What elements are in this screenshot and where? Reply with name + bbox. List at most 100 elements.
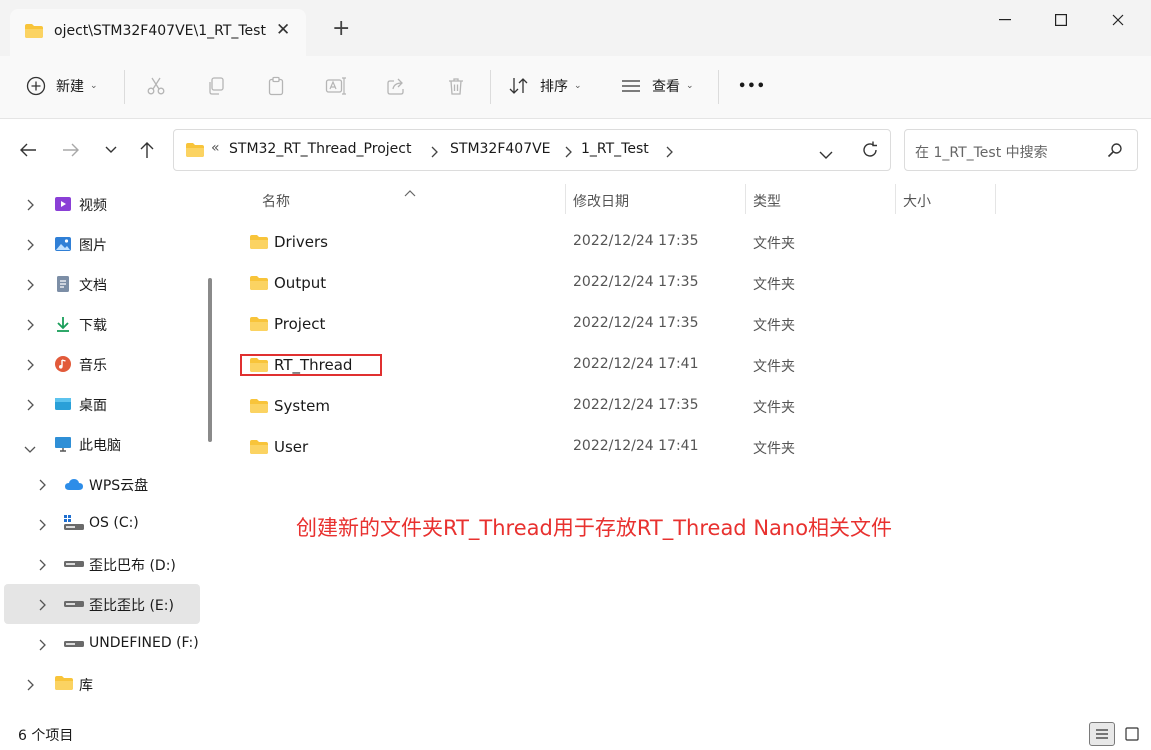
desktop-icon <box>54 395 72 413</box>
file-row[interactable]: User 2022/12/24 17:41 文件夹 <box>240 428 1080 466</box>
column-header-size[interactable]: 大小 <box>903 191 931 211</box>
file-row[interactable]: Output 2022/12/24 17:35 文件夹 <box>240 264 1080 302</box>
chevron-right-icon[interactable] <box>38 516 46 535</box>
address-history-icon[interactable] <box>819 145 833 164</box>
file-type: 文件夹 <box>753 318 795 334</box>
chevron-right-icon[interactable] <box>26 316 34 335</box>
sidebar-item-videos[interactable]: 视频 <box>4 184 200 224</box>
chevron-right-icon[interactable] <box>38 476 46 495</box>
chevron-right-icon[interactable] <box>38 596 46 615</box>
tiles-view-button[interactable] <box>1119 722 1145 746</box>
maximize-button[interactable] <box>1038 0 1084 40</box>
share-icon[interactable] <box>382 72 410 100</box>
cloud-icon <box>64 475 83 493</box>
sidebar-item-drive-e[interactable]: 歪比歪比 (E:) <box>4 584 200 624</box>
column-divider[interactable] <box>995 184 996 214</box>
folder-icon <box>249 316 269 336</box>
more-options-button[interactable]: ••• <box>738 70 766 102</box>
copy-icon[interactable] <box>202 72 230 100</box>
column-divider[interactable] <box>895 184 896 214</box>
search-icon[interactable] <box>1107 142 1123 162</box>
breadcrumb-item[interactable]: STM32_RT_Thread_Project <box>229 141 411 157</box>
chevron-right-icon[interactable] <box>665 143 673 162</box>
music-icon <box>54 355 72 373</box>
close-window-button[interactable] <box>1095 0 1141 40</box>
chevron-right-icon[interactable] <box>26 396 34 415</box>
drive-icon <box>64 595 84 613</box>
sidebar-item-documents[interactable]: 文档 <box>4 264 200 304</box>
view-button[interactable]: 查看 ⌄ <box>620 70 694 102</box>
rename-icon[interactable] <box>322 72 350 100</box>
sidebar-item-drive-f[interactable]: UNDEFINED (F:) <box>4 624 200 664</box>
file-modified: 2022/12/24 17:41 <box>573 438 699 454</box>
chevron-right-icon[interactable] <box>26 276 34 295</box>
recent-locations-icon[interactable] <box>99 138 123 162</box>
sidebar-item-drive-d[interactable]: 歪比巴布 (D:) <box>4 544 200 584</box>
sidebar-item-label: 歪比歪比 (E:) <box>89 598 174 614</box>
sidebar-item-pictures[interactable]: 图片 <box>4 224 200 264</box>
close-tab-icon[interactable]: ✕ <box>276 20 290 40</box>
details-view-button[interactable] <box>1089 722 1115 746</box>
file-row[interactable]: System 2022/12/24 17:35 文件夹 <box>240 387 1080 425</box>
chevron-down-icon[interactable] <box>24 438 36 457</box>
cut-icon[interactable] <box>142 72 170 100</box>
drive-icon <box>64 515 84 533</box>
chevron-right-icon[interactable] <box>26 356 34 375</box>
sidebar-item-music[interactable]: 音乐 <box>4 344 200 384</box>
folder-icon <box>249 275 269 295</box>
file-type: 文件夹 <box>753 277 795 293</box>
file-row[interactable]: Drivers 2022/12/24 17:35 文件夹 <box>240 223 1080 261</box>
computer-icon <box>54 435 72 453</box>
sidebar-item-this-pc[interactable]: 此电脑 <box>4 424 200 464</box>
column-divider[interactable] <box>745 184 746 214</box>
sidebar-item-wps-cloud[interactable]: WPS云盘 <box>4 464 200 504</box>
file-modified: 2022/12/24 17:35 <box>573 274 699 290</box>
sort-label: 排序 <box>540 79 568 95</box>
column-header-type[interactable]: 类型 <box>753 191 781 211</box>
refresh-icon[interactable] <box>860 140 880 164</box>
chevron-right-icon[interactable] <box>564 143 572 162</box>
file-name: System <box>274 397 330 415</box>
sidebar-item-label: 下载 <box>79 318 107 334</box>
new-tab-button[interactable]: + <box>332 18 350 40</box>
up-icon[interactable] <box>135 138 159 162</box>
chevron-right-icon[interactable] <box>26 236 34 255</box>
item-count: 6 个项目 <box>18 728 74 744</box>
sidebar-item-libraries[interactable]: 库 <box>4 664 200 704</box>
file-row[interactable]: Project 2022/12/24 17:35 文件夹 <box>240 305 1080 343</box>
minimize-button[interactable] <box>982 0 1028 40</box>
sort-button[interactable]: 排序 ⌄ <box>508 70 582 102</box>
sidebar-scrollbar[interactable] <box>206 184 214 718</box>
file-type: 文件夹 <box>753 236 795 252</box>
chevron-right-icon[interactable] <box>26 196 34 215</box>
new-button[interactable]: 新建 ⌄ <box>26 70 98 102</box>
sidebar-item-downloads[interactable]: 下载 <box>4 304 200 344</box>
column-header-name[interactable]: 名称 <box>262 191 290 211</box>
folder-icon <box>249 234 269 254</box>
tab-title: oject\STM32F407VE\1_RT_Test <box>54 23 266 39</box>
breadcrumb-item[interactable]: 1_RT_Test <box>581 141 649 157</box>
column-header-modified[interactable]: 修改日期 <box>573 191 629 211</box>
tab-current-folder[interactable]: oject\STM32F407VE\1_RT_Test ✕ <box>10 9 306 56</box>
chevron-right-icon[interactable] <box>38 636 46 655</box>
sidebar-item-label: 文档 <box>79 278 107 294</box>
sidebar-item-label: 此电脑 <box>79 438 121 454</box>
forward-icon[interactable] <box>59 138 83 162</box>
chevron-right-icon[interactable] <box>38 556 46 575</box>
sidebar-scrollbar-thumb[interactable] <box>208 278 212 442</box>
chevron-right-icon[interactable] <box>26 676 34 695</box>
paste-icon[interactable] <box>262 72 290 100</box>
chevron-down-icon: ⌄ <box>686 81 694 91</box>
breadcrumb-item[interactable]: STM32F407VE <box>450 141 551 157</box>
search-box[interactable]: 在 1_RT_Test 中搜索 <box>904 129 1138 171</box>
chevron-right-icon[interactable] <box>430 143 438 162</box>
search-placeholder: 在 1_RT_Test 中搜索 <box>915 145 1048 161</box>
file-name: Drivers <box>274 233 328 251</box>
back-icon[interactable] <box>16 138 40 162</box>
delete-icon[interactable] <box>442 72 470 100</box>
sidebar-item-desktop[interactable]: 桌面 <box>4 384 200 424</box>
sidebar-item-drive-c[interactable]: OS (C:) <box>4 504 200 544</box>
column-divider[interactable] <box>565 184 566 214</box>
chevron-down-icon: ⌄ <box>574 81 582 91</box>
breadcrumb-overflow[interactable]: « <box>211 140 220 156</box>
